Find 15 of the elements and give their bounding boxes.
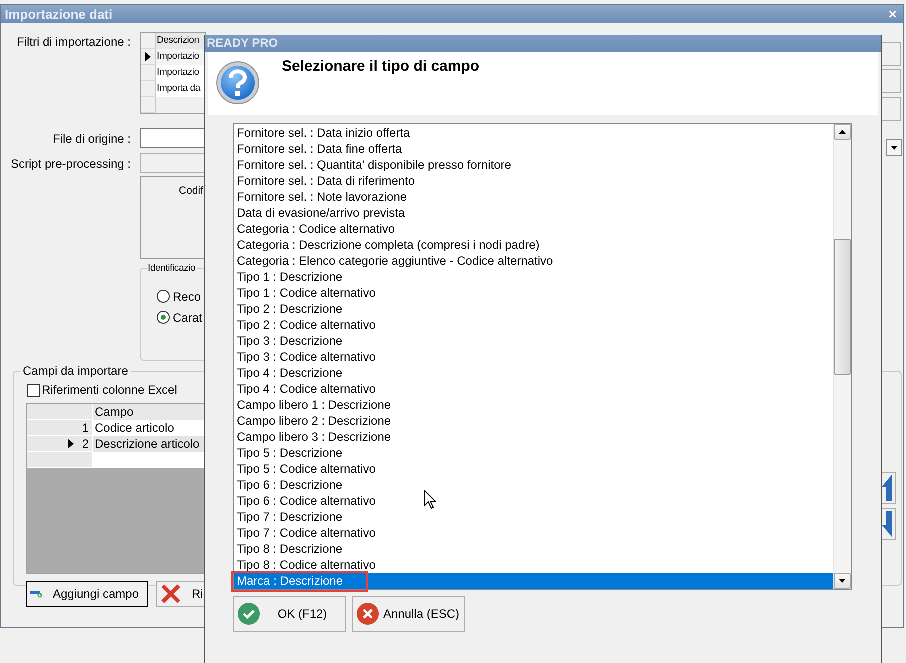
group-title: Identificazio: [147, 263, 197, 274]
row-number: 2: [82, 436, 89, 450]
script-label: Script pre-processing :: [10, 156, 132, 172]
table-cell-text: Codice articolo: [94, 420, 176, 436]
row-number: 1: [82, 420, 89, 434]
table-cell-text: Importazio: [156, 66, 200, 80]
filters-label: Filtri di importazione :: [16, 34, 132, 50]
table-cell-text: Importa da: [156, 82, 202, 96]
source-file-label: File di origine :: [52, 131, 132, 147]
group-title: Campi da importare: [22, 364, 130, 378]
window-title: Importazione dati: [5, 6, 113, 22]
column-header: Descrizion: [156, 33, 205, 49]
dialog-heading: Selezionare il tipo di campo: [282, 58, 480, 75]
table-cell: Importazio: [156, 49, 205, 65]
dialog-title: READY PRO: [207, 36, 278, 50]
